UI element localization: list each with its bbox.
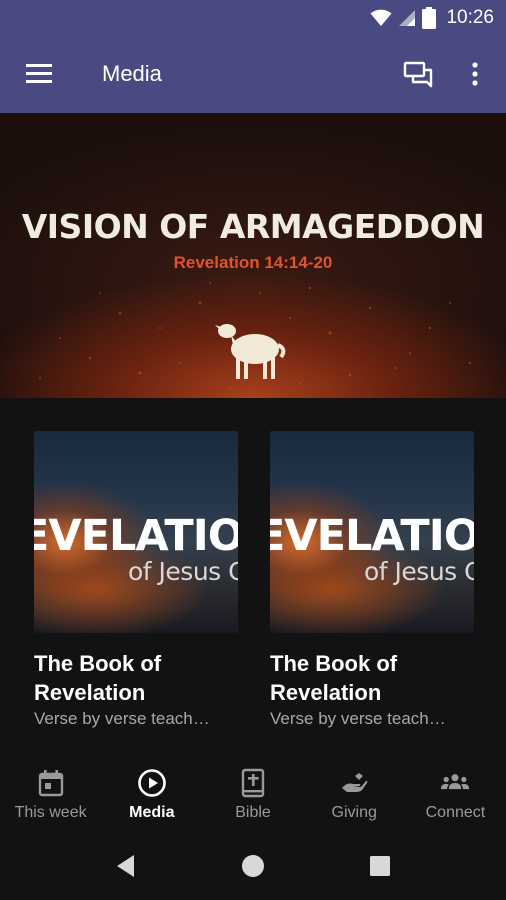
group-icon — [441, 774, 470, 790]
nav-item-bible[interactable]: Bible — [202, 754, 303, 832]
card-title: The Book of Revelation — [34, 651, 162, 705]
bottom-nav: This week Media Bible Giving Connect — [0, 754, 506, 832]
calendar-icon — [38, 770, 63, 797]
thumbnail-title: EVELATIO — [270, 511, 474, 561]
featured-banner[interactable]: VISION OF ARMAGEDDON Revelation 14:14-20 — [0, 113, 506, 398]
battery-icon — [422, 7, 437, 29]
nav-item-this-week[interactable]: This week — [0, 754, 101, 832]
nav-item-media[interactable]: Media — [101, 754, 202, 832]
menu-icon[interactable] — [22, 60, 58, 88]
play-circle-icon — [137, 769, 166, 797]
status-bar: 10:26 — [0, 0, 506, 36]
card-thumbnail: EVELATIO of Jesus Cl — [34, 431, 238, 633]
home-icon[interactable] — [239, 852, 267, 880]
status-time: 10:26 — [446, 7, 494, 28]
nav-label: This week — [14, 804, 87, 821]
nav-label: Connect — [425, 804, 486, 821]
back-icon[interactable] — [112, 852, 140, 880]
media-card[interactable]: EVELATIO of Jesus Cl The Book of Revelat… — [34, 431, 238, 729]
nav-label: Bible — [235, 804, 271, 821]
nav-label: Media — [129, 804, 175, 821]
status-icons: 10:26 — [370, 6, 494, 30]
lamb-icon — [215, 324, 286, 379]
nav-item-giving[interactable]: Giving — [304, 754, 405, 832]
media-list: EVELATIO of Jesus Cl The Book of Revelat… — [0, 398, 506, 754]
wifi-icon — [370, 9, 392, 26]
card-description: Verse by verse teach… — [34, 709, 210, 728]
more-vert-icon[interactable] — [464, 58, 486, 90]
system-nav-bar — [0, 832, 506, 900]
recents-icon[interactable] — [366, 852, 394, 880]
card-description: Verse by verse teach… — [270, 709, 446, 728]
page-title: Media — [102, 61, 162, 86]
nav-item-connect[interactable]: Connect — [405, 754, 506, 832]
card-title: The Book of Revelation — [270, 651, 398, 705]
giving-hand-icon — [342, 773, 368, 792]
banner-title: VISION OF ARMAGEDDON — [21, 207, 485, 246]
thumbnail-subtitle: of Jesus Cl — [128, 557, 238, 586]
chat-icon[interactable] — [402, 58, 434, 90]
media-card[interactable]: EVELATIO of Jesus Cl The Book of Revelat… — [270, 431, 474, 729]
bible-icon — [241, 768, 265, 798]
banner-subtitle: Revelation 14:14-20 — [173, 253, 333, 272]
card-thumbnail: EVELATIO of Jesus Cl — [270, 431, 474, 633]
nav-label: Giving — [331, 804, 377, 821]
thumbnail-subtitle: of Jesus Cl — [364, 557, 474, 586]
thumbnail-title: EVELATIO — [34, 511, 238, 561]
app-bar: Media — [0, 36, 506, 113]
signal-icon — [399, 10, 416, 26]
